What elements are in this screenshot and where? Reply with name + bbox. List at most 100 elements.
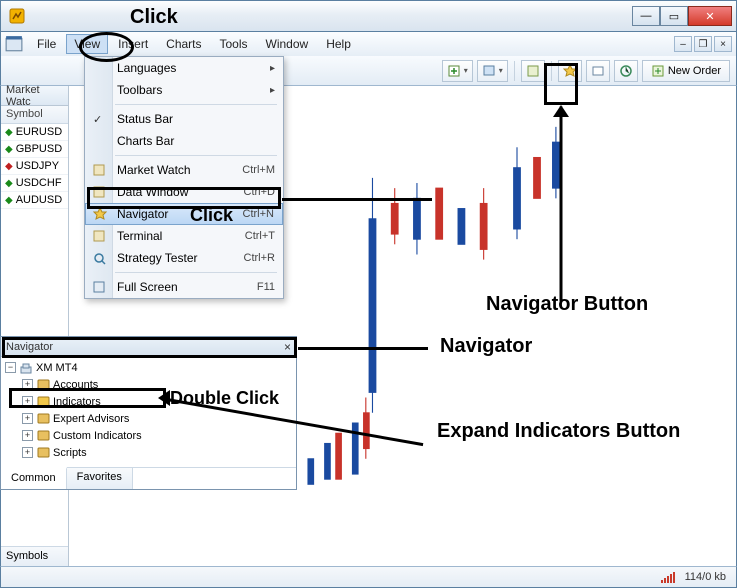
profiles-icon — [482, 64, 496, 78]
statusbar: 114/0 kb — [0, 566, 737, 588]
scripts-icon — [36, 446, 50, 460]
market-watch-tab-symbols[interactable]: Symbols — [1, 546, 68, 566]
terminal-toggle-button[interactable] — [586, 60, 610, 82]
market-watch-row[interactable]: ◆USDCHF — [1, 175, 68, 192]
menubar: File View Insert Charts Tools Window Hel… — [0, 32, 737, 56]
symbol-label: USDJPY — [16, 160, 59, 172]
window-minimize-button[interactable]: — — [632, 6, 660, 26]
menu-item-charts-bar[interactable]: Charts Bar — [85, 130, 283, 152]
market-watch-row[interactable]: ◆AUDUSD — [1, 192, 68, 209]
navigator-titlebar[interactable]: Navigator × — [1, 337, 296, 357]
new-chart-button[interactable]: ▾ — [442, 60, 473, 82]
new-order-button[interactable]: New Order — [642, 60, 730, 82]
menu-charts[interactable]: Charts — [158, 34, 209, 54]
market-watch-column-symbol[interactable]: Symbol — [1, 106, 68, 124]
menu-item-toolbars[interactable]: Toolbars▸ — [85, 79, 283, 101]
market-watch-toggle-button[interactable] — [521, 60, 545, 82]
menu-item-terminal[interactable]: Terminal Ctrl+T — [85, 225, 283, 247]
navigator-node-expert-advisors[interactable]: +Expert Advisors — [5, 410, 292, 427]
expand-icon[interactable]: + — [22, 413, 33, 424]
strategy-tester-icon — [91, 250, 107, 266]
market-watch-icon — [91, 162, 107, 178]
accounts-icon — [36, 378, 50, 392]
mdi-close-button[interactable]: × — [714, 36, 732, 52]
menu-item-strategy-tester[interactable]: Strategy TesterCtrl+R — [85, 247, 283, 269]
connection-bars-icon — [661, 571, 675, 583]
profiles-button[interactable]: ▾ — [477, 60, 508, 82]
tree-root[interactable]: − XM MT4 — [5, 359, 292, 376]
navigator-node-custom-indicators[interactable]: + Custom Indicators — [5, 427, 292, 444]
shortcut-label: Ctrl+D — [244, 186, 275, 198]
menu-insert[interactable]: Insert — [110, 34, 156, 54]
navigator-node-indicators[interactable]: +Indicators — [5, 393, 292, 410]
submenu-arrow-icon: ▸ — [270, 63, 275, 74]
market-watch-title-text: Market Watc — [6, 84, 63, 108]
fullscreen-icon — [91, 279, 107, 295]
menu-separator — [115, 272, 277, 273]
window-close-button[interactable]: ✕ — [688, 6, 732, 26]
expand-icon[interactable]: + — [22, 430, 33, 441]
expand-icon[interactable]: + — [22, 379, 33, 390]
menu-item-label: Terminal — [117, 229, 162, 243]
market-watch-row[interactable]: ◆USDJPY — [1, 158, 68, 175]
menu-item-label: Market Watch — [117, 163, 191, 177]
connection-speed: 114/0 kb — [685, 571, 726, 583]
tree-node-label: Custom Indicators — [53, 430, 142, 442]
custom-indicators-icon — [36, 429, 50, 443]
market-watch-row[interactable]: ◆EURUSD — [1, 124, 68, 141]
market-watch-panel: Market Watc Symbol ◆EURUSD◆GBPUSD◆USDJPY… — [1, 86, 69, 566]
market-watch-title: Market Watc — [1, 86, 68, 106]
menu-view[interactable]: View — [66, 34, 108, 54]
menu-item-label: Data Window — [117, 185, 188, 199]
market-watch-icon — [526, 64, 540, 78]
navigator-star-icon — [563, 64, 577, 78]
menu-separator — [115, 155, 277, 156]
plus-chart-icon — [447, 64, 461, 78]
toolbar-separator — [551, 61, 552, 81]
menu-item-languages[interactable]: Languages ▸ — [85, 57, 283, 79]
order-icon — [651, 64, 665, 78]
menu-window[interactable]: Window — [258, 34, 317, 54]
navigator-tree: − XM MT4 + Accounts +Indicators+Expert Adv… — [1, 357, 296, 467]
expand-icon[interactable]: + — [22, 396, 33, 407]
shortcut-label: Ctrl+T — [245, 230, 275, 242]
navigator-node-accounts[interactable]: + Accounts — [5, 376, 292, 393]
window-maximize-button[interactable]: ▭ — [660, 6, 688, 26]
expand-icon[interactable]: + — [22, 447, 33, 458]
menu-item-navigator[interactable]: NavigatorCtrl+N — [85, 203, 283, 225]
menu-item-status-bar[interactable]: ✓Status Bar — [85, 108, 283, 130]
app-small-icon — [5, 35, 23, 53]
menu-item-label: Charts Bar — [117, 134, 174, 148]
shortcut-label: Ctrl+N — [243, 208, 274, 220]
indicators-icon — [36, 395, 50, 409]
menu-item-data-window[interactable]: Data Window Ctrl+D — [85, 181, 283, 203]
menu-file[interactable]: File — [29, 34, 64, 54]
strategy-tester-button[interactable] — [614, 60, 638, 82]
menu-separator — [115, 104, 277, 105]
menu-item-full-screen[interactable]: Full ScreenF11 — [85, 276, 283, 298]
mdi-minimize-button[interactable]: – — [674, 36, 692, 52]
submenu-arrow-icon: ▸ — [270, 85, 275, 96]
expert-advisors-icon — [36, 412, 50, 426]
app-icon — [9, 8, 25, 24]
menu-item-market-watch[interactable]: Market Watch Ctrl+M — [85, 159, 283, 181]
navigator-close-button[interactable]: × — [284, 340, 291, 354]
navigator-tab-common[interactable]: Common — [1, 467, 67, 489]
arrow-up-icon: ◆ — [5, 144, 13, 155]
menu-tools[interactable]: Tools — [212, 34, 256, 54]
arrow-up-icon: ◆ — [5, 195, 13, 206]
navigator-title-text: Navigator — [6, 341, 53, 353]
navigator-tab-favorites[interactable]: Favorites — [67, 468, 133, 489]
shortcut-label: Ctrl+M — [242, 164, 275, 176]
mdi-restore-button[interactable]: ❐ — [694, 36, 712, 52]
navigator-toggle-button[interactable] — [558, 60, 582, 82]
check-icon: ✓ — [93, 113, 102, 126]
navigator-node-scripts[interactable]: +Scripts — [5, 444, 292, 461]
collapse-icon[interactable]: − — [5, 362, 16, 373]
market-watch-row[interactable]: ◆GBPUSD — [1, 141, 68, 158]
tree-node-label: Accounts — [53, 379, 98, 391]
menu-help[interactable]: Help — [318, 34, 359, 54]
symbol-label: USDCHF — [16, 177, 62, 189]
terminal-icon — [591, 64, 605, 78]
menu-item-label: Languages — [117, 61, 176, 75]
